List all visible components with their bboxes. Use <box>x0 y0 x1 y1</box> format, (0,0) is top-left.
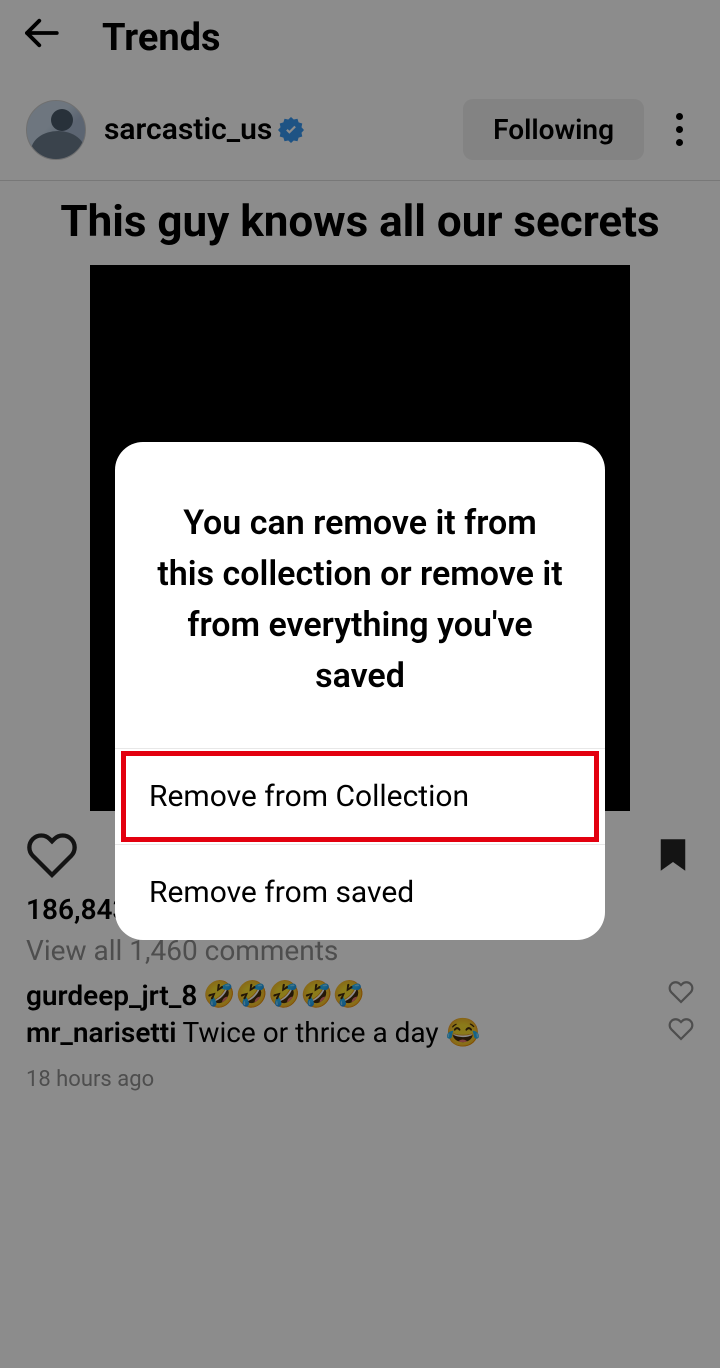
dialog-title: You can remove it from this collection o… <box>115 442 605 748</box>
remove-dialog: You can remove it from this collection o… <box>115 442 605 940</box>
remove-from-saved-button[interactable]: Remove from saved <box>115 844 605 940</box>
remove-from-collection-button[interactable]: Remove from Collection <box>115 748 605 844</box>
